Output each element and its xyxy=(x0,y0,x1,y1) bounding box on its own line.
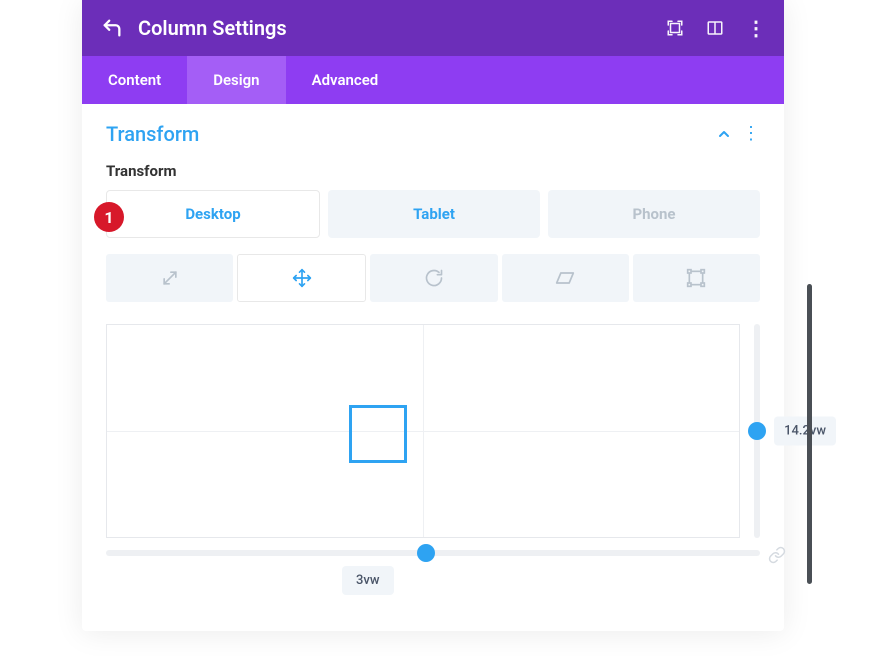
panel-title: Column Settings xyxy=(138,16,666,40)
mode-rotate-button[interactable] xyxy=(370,254,497,302)
x-value-input[interactable]: 3vw xyxy=(342,566,394,595)
mode-origin-button[interactable] xyxy=(633,254,760,302)
origin-icon xyxy=(686,268,706,288)
rotate-icon xyxy=(424,268,444,288)
y-axis-slider[interactable]: 14.2vw xyxy=(754,324,760,538)
transform-mode-tabs xyxy=(82,238,784,302)
transform-canvas[interactable] xyxy=(106,324,740,538)
mode-translate-button[interactable] xyxy=(237,254,366,302)
tab-design[interactable]: Design xyxy=(187,56,285,104)
collapse-button[interactable] xyxy=(716,126,732,142)
section-menu-button[interactable]: ⋮ xyxy=(742,125,760,143)
device-tab-tablet[interactable]: Tablet xyxy=(328,190,540,238)
x-axis-slider[interactable] xyxy=(106,550,760,556)
move-icon xyxy=(292,268,312,288)
device-tabs: Desktop Tablet Phone xyxy=(106,190,760,238)
columns-button[interactable] xyxy=(706,19,724,37)
transform-handle-square[interactable] xyxy=(349,405,407,463)
x-slider-thumb[interactable] xyxy=(417,544,435,562)
field-label: Transform xyxy=(82,158,784,190)
y-value-input[interactable]: 14.2vw xyxy=(774,417,836,446)
kebab-icon: ⋮ xyxy=(742,123,760,144)
section-header: Transform ⋮ xyxy=(82,104,784,158)
skew-icon xyxy=(554,268,576,288)
mode-skew-button[interactable] xyxy=(502,254,629,302)
y-slider-thumb[interactable] xyxy=(748,422,766,440)
main-tabs: Content Design Advanced xyxy=(82,56,784,104)
crosshair-vertical xyxy=(423,325,424,537)
tab-content[interactable]: Content xyxy=(82,56,187,104)
mode-scale-button[interactable] xyxy=(106,254,233,302)
kebab-icon: ⋮ xyxy=(746,16,766,40)
scrollbar[interactable] xyxy=(807,284,812,584)
section-title[interactable]: Transform xyxy=(106,122,716,146)
tab-advanced[interactable]: Advanced xyxy=(286,56,405,104)
device-tab-phone[interactable]: Phone xyxy=(548,190,760,238)
back-button[interactable] xyxy=(100,16,124,40)
expand-button[interactable] xyxy=(666,19,684,37)
scale-icon xyxy=(160,268,180,288)
device-tab-desktop[interactable]: Desktop xyxy=(106,190,320,238)
more-button[interactable]: ⋮ xyxy=(746,16,766,40)
annotation-badge: 1 xyxy=(94,202,124,232)
columns-icon xyxy=(706,19,724,37)
expand-icon xyxy=(666,19,684,37)
undo-arrow-icon xyxy=(101,17,123,39)
transform-canvas-area: 14.2vw 3vw xyxy=(82,302,784,631)
link-axes-button[interactable] xyxy=(768,546,786,564)
chevron-up-icon xyxy=(716,126,732,142)
settings-panel: Column Settings ⋮ Content Design Advance… xyxy=(82,0,784,631)
link-icon xyxy=(768,546,786,564)
titlebar: Column Settings ⋮ xyxy=(82,0,784,56)
